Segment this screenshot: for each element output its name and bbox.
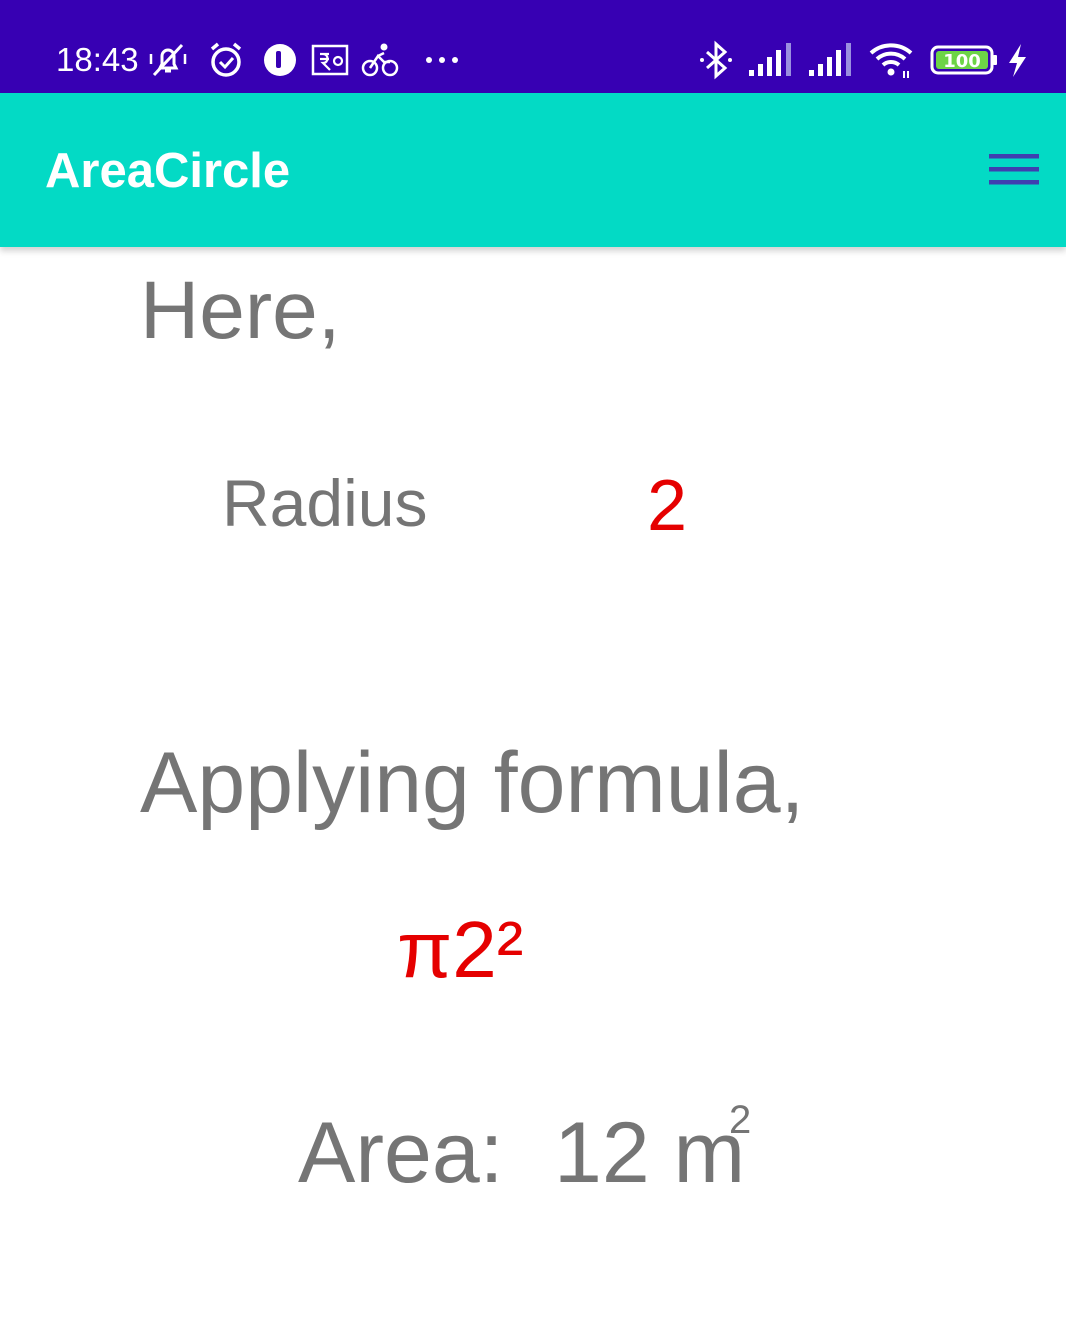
menu-button[interactable] [984,143,1044,195]
charging-icon [1004,40,1030,80]
wifi-icon [868,40,916,80]
hamburger-menu-icon [989,154,1039,185]
svg-text:100: 100 [943,51,981,72]
bluetooth-icon [696,40,736,80]
signal-2-icon [808,40,856,80]
applying-formula-text: Applying formula, [140,735,805,831]
signal-1-icon [748,40,796,80]
radius-value: 2 [647,466,688,546]
alarm-icon [206,40,246,80]
formula-text: π2² [397,905,524,994]
intro-text: Here, [140,265,341,356]
area-value: 12 m [554,1105,746,1201]
battery-icon: 100 [930,40,1000,80]
status-bar: 18:43 100 [0,0,1066,93]
app-notification-icon [260,40,300,80]
vibrate-silent-icon [148,40,188,80]
app-bar: AreaCircle [0,93,1066,247]
radius-label: Radius [222,466,428,540]
area-unit-superscript: 2 [729,1098,752,1142]
screen: 18:43 100 AreaCircle Here, Radius 2 Appl… [0,0,1066,1344]
area-label: Area: [298,1105,504,1201]
rupee-icon [310,40,350,80]
cycling-icon [360,40,400,80]
more-dots-icon [422,40,462,80]
status-time: 18:43 [56,41,139,78]
app-title: AreaCircle [45,144,291,198]
